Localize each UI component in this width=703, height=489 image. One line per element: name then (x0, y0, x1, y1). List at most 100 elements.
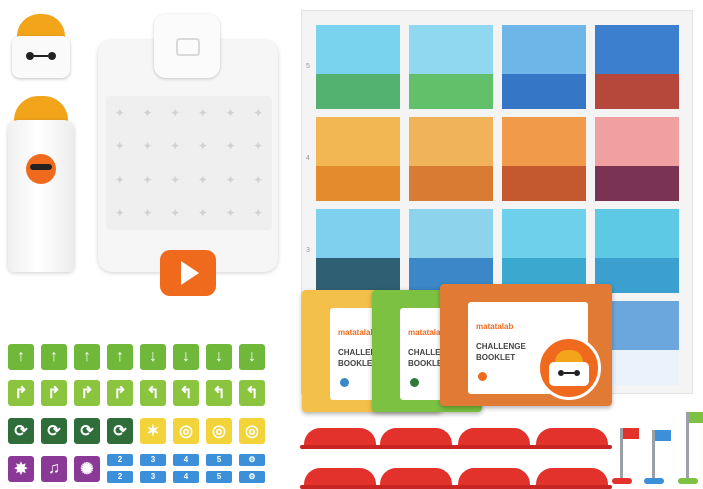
map-tile-sunset (595, 117, 679, 201)
number-card[interactable]: 2 (107, 471, 133, 483)
board-slot[interactable]: ✦ (189, 163, 217, 197)
map-row-label: 3 (306, 247, 310, 254)
board-slot[interactable]: ✦ (244, 197, 272, 231)
control-tower (154, 14, 220, 78)
map-tile-cactus (409, 117, 493, 201)
board-grid[interactable]: ✦ ✦ ✦ ✦ ✦ ✦ ✦ ✦ ✦ ✦ ✦ ✦ ✦ ✦ ✦ ✦ ✦ ✦ ✦ ✦ ✦ ✦ ✦ ✦ (106, 96, 272, 230)
board-slot[interactable]: ✦ (189, 197, 217, 231)
obstacle-block[interactable] (532, 428, 612, 449)
obstacle-block[interactable] (454, 468, 534, 489)
robot-tall-body (8, 120, 74, 272)
loop-card[interactable]: ⟳ (74, 418, 100, 444)
number-card[interactable]: 3 (140, 454, 166, 466)
location-pin-icon (340, 378, 349, 387)
board-slot[interactable]: ✦ (134, 163, 162, 197)
obstacle-block[interactable] (300, 428, 380, 449)
function-card[interactable]: ◎ (239, 418, 265, 444)
backward-card[interactable]: ↓ (239, 344, 265, 370)
robot-badge (537, 336, 601, 400)
turn-left-card[interactable]: ↰ (206, 380, 232, 406)
map-tile-lake (502, 25, 586, 109)
forward-card[interactable]: ↑ (8, 344, 34, 370)
board-slot[interactable]: ✦ (244, 130, 272, 164)
forward-card[interactable]: ↑ (107, 344, 133, 370)
backward-card[interactable]: ↓ (206, 344, 232, 370)
booklet-title-line1: CHALLE (408, 348, 441, 357)
booklet-logo: matatalab (338, 328, 376, 337)
board-slot[interactable]: ✦ (106, 163, 134, 197)
number-card[interactable]: 3 (140, 471, 166, 483)
board-slot[interactable]: ✦ (161, 96, 189, 130)
board-slot[interactable]: ✦ (244, 163, 272, 197)
map-tile-waterfall (316, 25, 400, 109)
loop-card[interactable]: ⟳ (41, 418, 67, 444)
turn-right-card[interactable]: ↱ (107, 380, 133, 406)
booklet-title-line2: BOOKLE (408, 359, 443, 368)
number-card[interactable]: 2 (107, 454, 133, 466)
forward-card[interactable]: ↑ (74, 344, 100, 370)
obstacle-block[interactable] (376, 468, 456, 489)
obstacle-block[interactable] (376, 428, 456, 449)
robot-sensor-slot (30, 164, 52, 170)
board-slot[interactable]: ✦ (217, 130, 245, 164)
music-card[interactable]: ✺ (74, 456, 100, 482)
map-row-label: 5 (306, 63, 310, 70)
map-tile-canyon (595, 25, 679, 109)
forward-card[interactable]: ↑ (41, 344, 67, 370)
map-tile-volcano (316, 209, 400, 293)
turn-right-card[interactable]: ↱ (8, 380, 34, 406)
board-slot[interactable]: ✦ (161, 130, 189, 164)
map-row-label: 4 (306, 155, 310, 162)
robot-small (10, 14, 72, 80)
board-slot[interactable]: ✦ (134, 197, 162, 231)
number-card[interactable]: 4 (173, 471, 199, 483)
board-slot[interactable]: ✦ (189, 96, 217, 130)
number-card[interactable]: 5 (206, 471, 232, 483)
board-slot[interactable]: ✦ (134, 96, 162, 130)
music-card[interactable]: ✸ (8, 456, 34, 482)
board-slot[interactable]: ✦ (217, 197, 245, 231)
number-card[interactable]: ⚙ (239, 471, 265, 483)
robot-eyes (26, 52, 56, 60)
board-slot[interactable]: ✦ (161, 163, 189, 197)
play-button[interactable] (160, 250, 216, 296)
number-card[interactable]: 4 (173, 454, 199, 466)
board-slot[interactable]: ✦ (217, 96, 245, 130)
turn-left-card[interactable]: ↰ (140, 380, 166, 406)
booklet-title-line1: CHALLENGE (476, 342, 526, 351)
loop-card[interactable]: ⟳ (8, 418, 34, 444)
board-slot[interactable]: ✦ (244, 96, 272, 130)
board-slot[interactable]: ✦ (161, 197, 189, 231)
map-tile-dunes (316, 117, 400, 201)
number-card[interactable]: 5 (206, 454, 232, 466)
loop-card[interactable]: ⟳ (107, 418, 133, 444)
booklet-logo: matatalab (476, 322, 514, 331)
board-slot[interactable]: ✦ (106, 96, 134, 130)
function-card[interactable]: ✶ (140, 418, 166, 444)
obstacle-block[interactable] (300, 468, 380, 489)
number-card[interactable]: ⚙ (239, 454, 265, 466)
play-icon (181, 261, 199, 285)
board-slot[interactable]: ✦ (217, 163, 245, 197)
obstacle-block[interactable] (532, 468, 612, 489)
function-card[interactable]: ◎ (173, 418, 199, 444)
location-pin-icon (478, 372, 487, 381)
backward-card[interactable]: ↓ (173, 344, 199, 370)
music-card[interactable]: ♫ (41, 456, 67, 482)
booklet-title-line2: BOOKLET (476, 353, 516, 362)
function-card[interactable]: ◎ (206, 418, 232, 444)
map-tile-island (502, 209, 586, 293)
robot-small-body (12, 36, 70, 78)
backward-card[interactable]: ↓ (140, 344, 166, 370)
map-tile-mountains (409, 209, 493, 293)
robot-tall (8, 96, 74, 274)
turn-left-card[interactable]: ↰ (173, 380, 199, 406)
board-slot[interactable]: ✦ (106, 130, 134, 164)
obstacle-block[interactable] (454, 428, 534, 449)
turn-left-card[interactable]: ↰ (239, 380, 265, 406)
turn-right-card[interactable]: ↱ (74, 380, 100, 406)
turn-right-card[interactable]: ↱ (41, 380, 67, 406)
board-slot[interactable]: ✦ (189, 130, 217, 164)
board-slot[interactable]: ✦ (106, 197, 134, 231)
board-slot[interactable]: ✦ (134, 130, 162, 164)
